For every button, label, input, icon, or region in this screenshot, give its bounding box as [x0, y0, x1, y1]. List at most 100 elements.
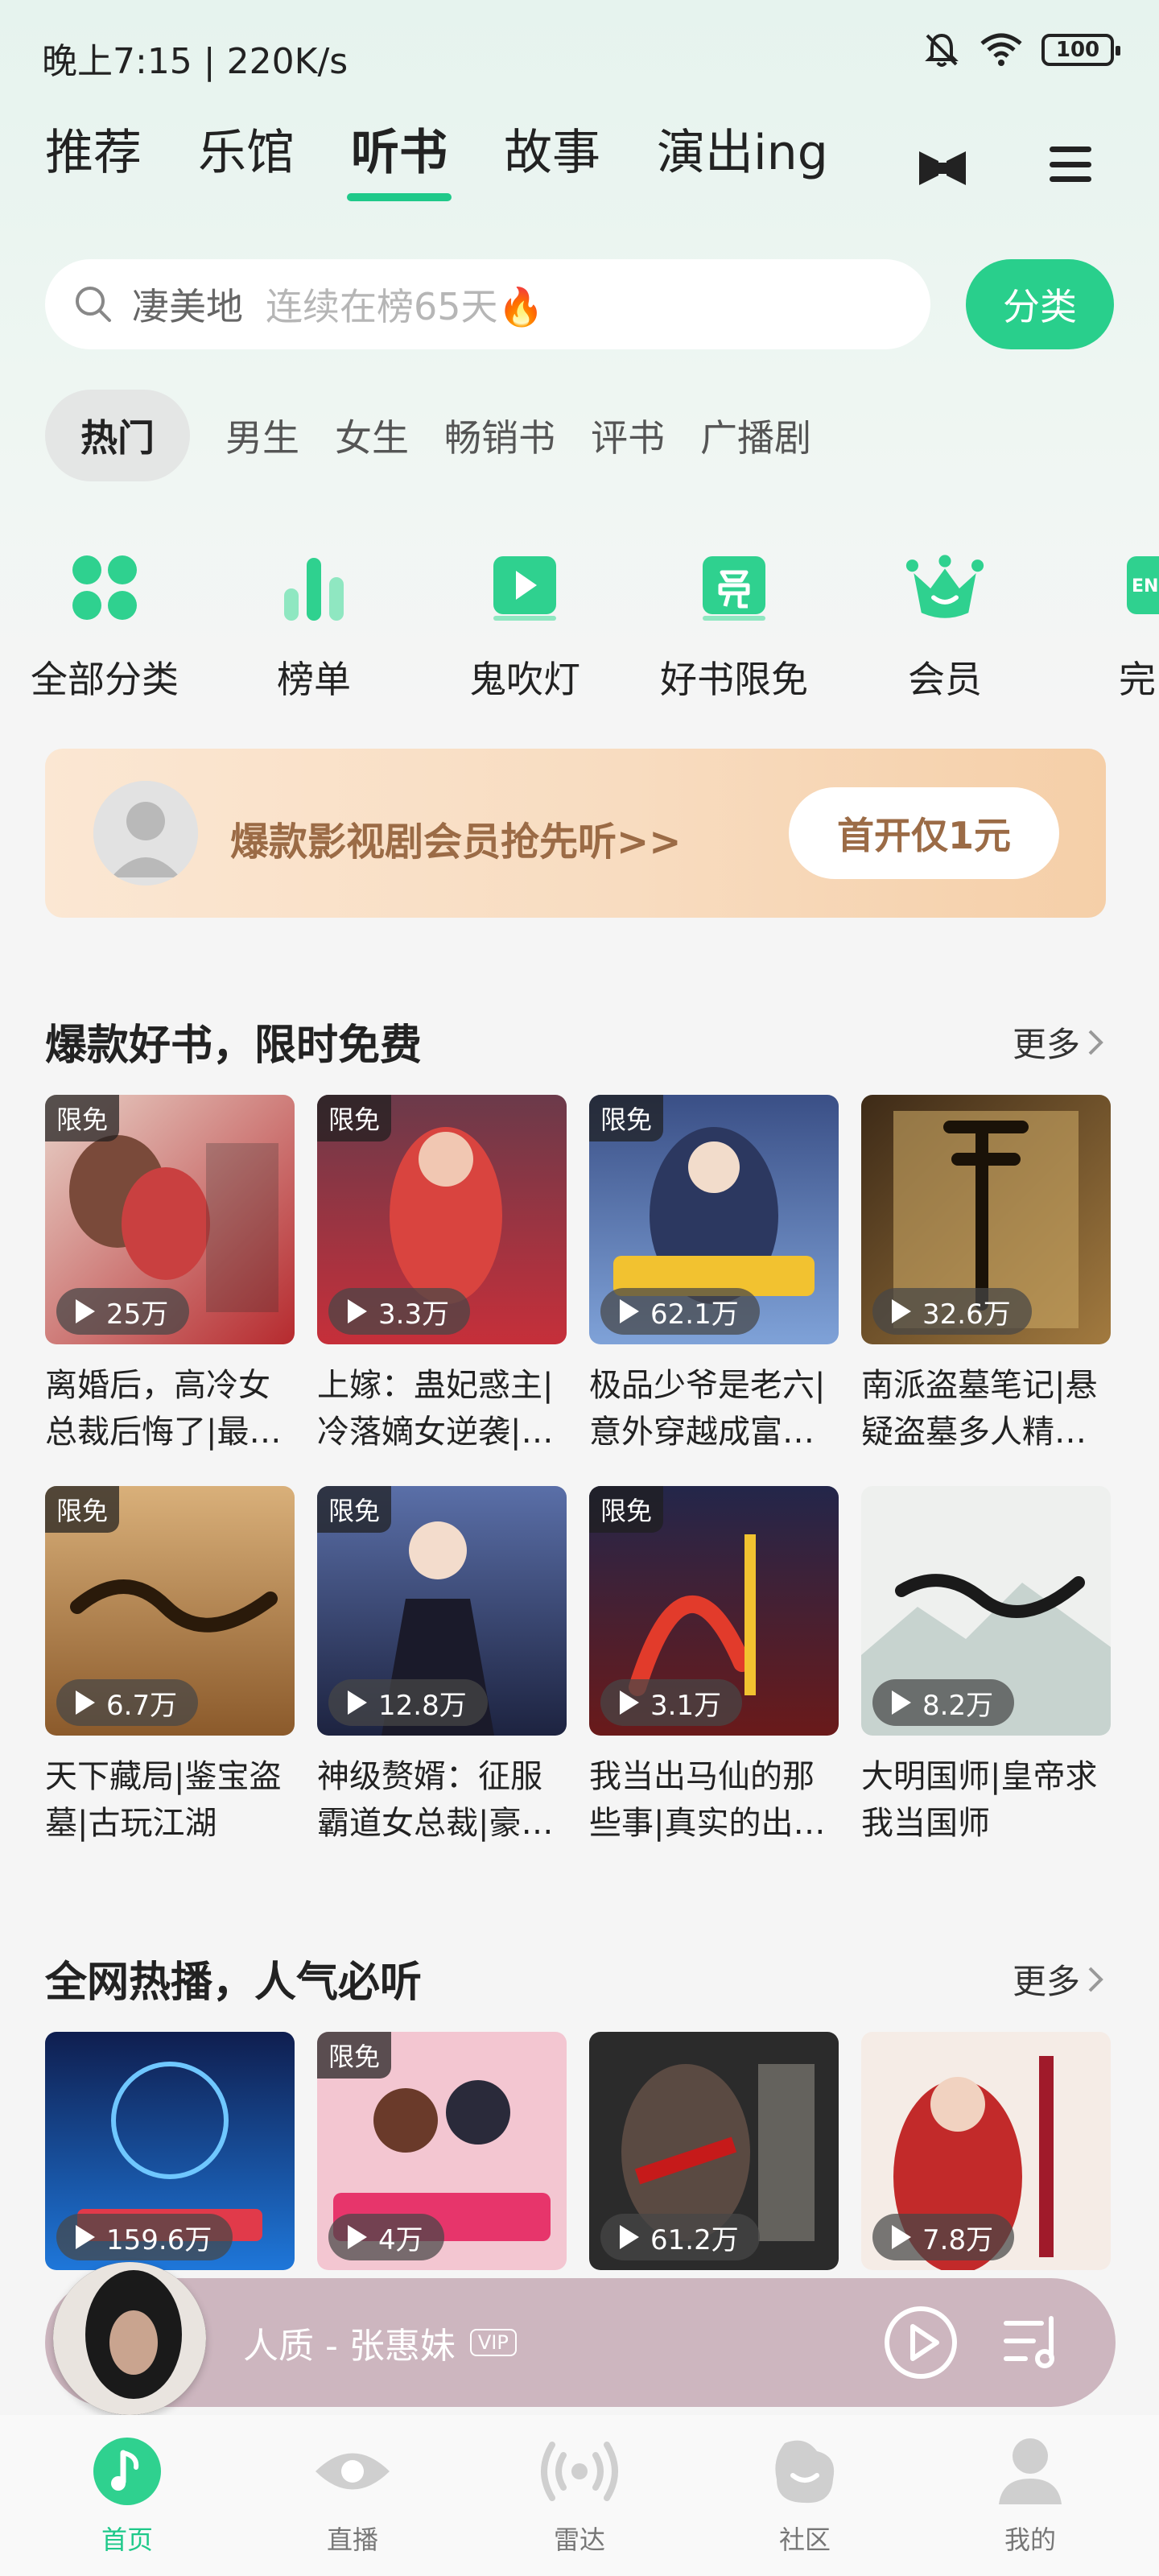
tab-shows[interactable]: 演出ing — [657, 129, 828, 177]
play-icon — [892, 1690, 911, 1715]
music-note-icon — [87, 2431, 167, 2512]
free-badge: 限免 — [45, 1486, 120, 1533]
nav-radar[interactable]: 雷达 — [499, 2431, 660, 2557]
book-card[interactable]: 限免 25万 离婚后，高冷女总裁后悔了|最… — [45, 1095, 295, 1455]
category-label: 会员 — [908, 658, 982, 701]
book-cover: 限免 62.1万 — [589, 1095, 839, 1344]
play-count-value: 4万 — [378, 2223, 423, 2256]
category-label: 全部分类 — [31, 658, 179, 701]
category-free-books[interactable]: 好书限免 — [637, 547, 831, 704]
book-card[interactable]: 7.8万 — [861, 2032, 1111, 2270]
play-card-icon — [485, 547, 565, 628]
tab-music-hall[interactable]: 乐馆 — [198, 129, 295, 177]
play-icon — [620, 1690, 639, 1715]
subtab-radio-drama[interactable]: 广播剧 — [700, 390, 811, 481]
category-label: 鬼吹灯 — [469, 658, 580, 701]
book-cover: 限免 4万 — [317, 2032, 567, 2270]
playlist-icon[interactable] — [1001, 2314, 1062, 2372]
menu-icon[interactable] — [1050, 147, 1091, 182]
book-title: 离婚后，高冷女总裁后悔了|最… — [45, 1367, 282, 1451]
nav-label: 社区 — [778, 2524, 831, 2555]
top-tabs: 推荐 乐馆 听书 故事 演出ing — [45, 129, 828, 177]
play-count: 7.8万 — [872, 2214, 1015, 2260]
search-input[interactable]: 凄美地 连续在榜65天🔥 — [45, 259, 930, 349]
vip-banner-text: 爆款影视剧会员抢先听>> — [230, 819, 682, 865]
tab-audiobooks[interactable]: 听书 — [351, 129, 448, 177]
book-card[interactable]: 限免 12.8万 神级赘婿：征服霸道女总裁|豪… — [317, 1486, 567, 1847]
nav-community[interactable]: 社区 — [724, 2431, 885, 2557]
tab-recommend[interactable]: 推荐 — [45, 129, 142, 177]
category-vip[interactable]: 会员 — [848, 547, 1041, 704]
vip-first-month-button[interactable]: 首开仅1元 — [789, 787, 1059, 879]
en-icon: EN — [1124, 547, 1159, 628]
user-icon — [990, 2431, 1070, 2512]
book-card[interactable]: 限免 6.7万 天下藏局|鉴宝盗墓|古玩江湖 — [45, 1486, 295, 1847]
svg-text:EN: EN — [1132, 576, 1158, 597]
search-icon — [76, 287, 111, 322]
book-card[interactable]: 限免 3.1万 我当出马仙的那些事|真实的出… — [589, 1486, 839, 1847]
book-card[interactable]: 61.2万 — [589, 2032, 839, 2270]
nav-home[interactable]: 首页 — [47, 2431, 208, 2557]
category-chart[interactable]: 榜单 — [217, 547, 410, 704]
book-title: 上嫁：蛊妃惑主|冷落嫡女逆袭|… — [317, 1367, 554, 1451]
player-track-info: 人质 - 张惠妹 VIP — [243, 2317, 517, 2368]
more-link[interactable]: 更多 — [1013, 1955, 1104, 2004]
play-count-value: 3.1万 — [650, 1689, 722, 1722]
play-count-value: 32.6万 — [922, 1298, 1011, 1331]
book-card[interactable]: 8.2万 大明国师|皇帝求我当国师 — [861, 1486, 1111, 1847]
subtab-storytelling[interactable]: 评书 — [591, 390, 665, 481]
book-card[interactable]: 限免 4万 — [317, 2032, 567, 2270]
grid-icon — [64, 547, 145, 628]
book-cover: 7.8万 — [861, 2032, 1111, 2270]
play-button-icon[interactable] — [882, 2304, 959, 2381]
subtab-female[interactable]: 女生 — [335, 390, 409, 481]
book-title: 天下藏局|鉴宝盗墓|古玩江湖 — [45, 1758, 282, 1842]
play-count: 3.1万 — [600, 1679, 743, 1726]
nav-label: 我的 — [1004, 2524, 1056, 2555]
play-icon — [620, 2225, 639, 2249]
book-title: 南派盗墓笔记|悬疑盗墓多人精… — [861, 1367, 1098, 1451]
book-cover: 159.6万 — [45, 2032, 295, 2270]
play-count: 62.1万 — [600, 1288, 760, 1335]
play-count: 32.6万 — [872, 1288, 1032, 1335]
play-count-value: 159.6万 — [106, 2223, 212, 2256]
section-title-free: 爆款好书，限时免费 — [45, 1022, 423, 1070]
status-time: 晚上7:15 | 220K/s — [42, 41, 349, 82]
tab-stories[interactable]: 故事 — [504, 129, 600, 177]
nav-label: 直播 — [326, 2524, 378, 2555]
category-all[interactable]: 全部分类 — [8, 547, 201, 704]
category-ghost-lamp[interactable]: 鬼吹灯 — [428, 547, 621, 704]
vip-banner[interactable]: 爆款影视剧会员抢先听>> 首开仅1元 — [45, 749, 1106, 918]
eye-icon — [312, 2431, 393, 2512]
nav-mine[interactable]: 我的 — [950, 2431, 1111, 2557]
category-finished[interactable]: EN 完 — [1054, 547, 1159, 704]
free-badge: 限免 — [589, 1095, 664, 1141]
book-card[interactable]: 159.6万 — [45, 2032, 295, 2270]
bowtie-icon[interactable] — [918, 150, 967, 187]
play-count: 6.7万 — [56, 1679, 199, 1726]
play-icon — [76, 1299, 95, 1323]
status-icons: 100 — [922, 31, 1120, 69]
subtab-bestseller[interactable]: 畅销书 — [444, 390, 555, 481]
book-cover: 限免 3.1万 — [589, 1486, 839, 1736]
play-count-value: 62.1万 — [650, 1298, 739, 1331]
wifi-icon — [980, 33, 1022, 66]
classify-button[interactable]: 分类 — [966, 259, 1114, 349]
nav-live[interactable]: 直播 — [272, 2431, 433, 2557]
book-card[interactable]: 限免 3.3万 上嫁：蛊妃惑主|冷落嫡女逆袭|… — [317, 1095, 567, 1455]
book-card[interactable]: 32.6万 南派盗墓笔记|悬疑盗墓多人精… — [861, 1095, 1111, 1455]
book-cover: 61.2万 — [589, 2032, 839, 2270]
play-icon — [348, 1690, 367, 1715]
more-link[interactable]: 更多 — [1013, 1018, 1104, 1067]
battery-icon: 100 — [1041, 34, 1120, 66]
section-title-hot: 全网热播，人气必听 — [45, 1959, 423, 2007]
book-card[interactable]: 限免 62.1万 极品少爷是老六|意外穿越成富… — [589, 1095, 839, 1455]
book-cover: 8.2万 — [861, 1486, 1111, 1736]
play-count: 3.3万 — [328, 1288, 471, 1335]
subtab-hot[interactable]: 热门 — [45, 390, 190, 481]
subtab-male[interactable]: 男生 — [225, 390, 299, 481]
play-count: 12.8万 — [328, 1679, 488, 1726]
book-cover: 限免 12.8万 — [317, 1486, 567, 1736]
album-art[interactable] — [53, 2262, 206, 2415]
play-icon — [76, 1690, 95, 1715]
